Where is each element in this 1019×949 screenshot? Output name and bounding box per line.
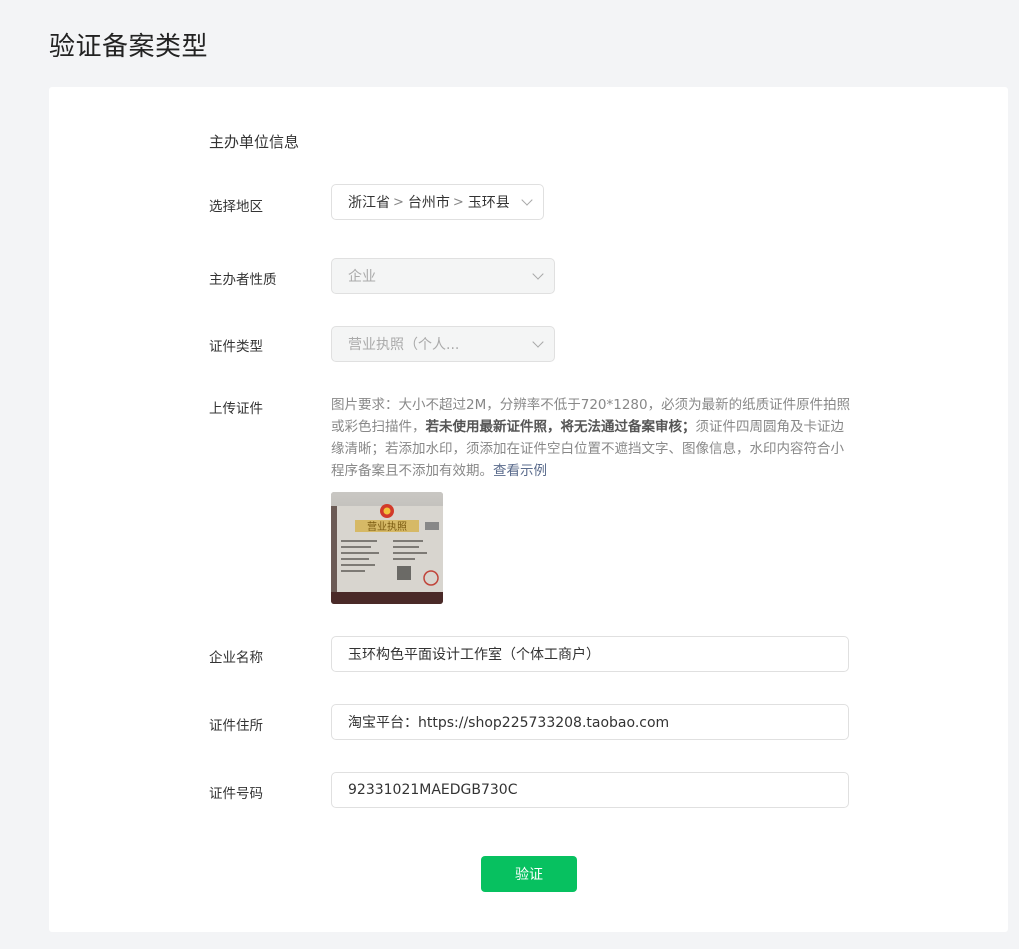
upload-requirements: 图片要求：大小不超过2M，分辨率不低于720*1280，必须为最新的纸质证件原件…	[331, 394, 851, 482]
cert-type-label: 证件类型	[209, 339, 263, 355]
cert-type-value: 营业执照（个人...	[348, 337, 460, 353]
view-example-link[interactable]: 查看示例	[493, 463, 547, 479]
chevron-right-icon: >	[452, 194, 464, 210]
chevron-right-icon: >	[393, 194, 404, 210]
uploaded-license-thumbnail[interactable]: 营业执照	[331, 492, 443, 604]
cert-type-select[interactable]: 营业执照（个人...	[331, 326, 555, 362]
license-image: 营业执照	[331, 492, 443, 604]
region-label: 选择地区	[209, 199, 263, 215]
city-value: 台州市	[407, 195, 450, 211]
section-title: 主办单位信息	[209, 133, 300, 151]
company-name-label: 企业名称	[209, 650, 263, 666]
verify-button[interactable]: 验证	[481, 856, 577, 892]
cert-address-input[interactable]: 淘宝平台：https://shop225733208.taobao.com	[331, 704, 849, 740]
county-value: 玉环县	[467, 195, 510, 211]
cert-number-input[interactable]: 92331021MAEDGB730C	[331, 772, 849, 808]
license-title-text: 营业执照	[367, 520, 407, 533]
region-select[interactable]: 浙江省 > 台州市 > 玉环县	[331, 184, 544, 220]
chevron-down-icon	[532, 336, 544, 348]
chevron-down-icon	[532, 268, 544, 280]
cert-number-label: 证件号码	[209, 786, 263, 802]
organizer-type-select[interactable]: 企业	[331, 258, 555, 294]
upload-label: 上传证件	[209, 401, 263, 417]
cert-address-value: 淘宝平台：https://shop225733208.taobao.com	[348, 715, 670, 731]
cert-address-label: 证件住所	[209, 718, 263, 734]
province-value: 浙江省	[348, 195, 390, 211]
organizer-type-value: 企业	[348, 269, 376, 285]
organizer-type-label: 主办者性质	[209, 272, 277, 288]
cert-number-value: 92331021MAEDGB730C	[348, 782, 518, 798]
company-name-input[interactable]: 玉环构色平面设计工作室（个体工商户）	[331, 636, 849, 672]
company-name-value: 玉环构色平面设计工作室（个体工商户）	[348, 647, 600, 663]
chevron-down-icon	[521, 194, 533, 206]
page-title: 验证备案类型	[49, 32, 209, 62]
form-card: 主办单位信息 选择地区 浙江省 > 台州市 > 玉环县 主办者性质 企业 证件类…	[49, 87, 1008, 932]
upload-desc-warning: 若未使用最新证件照，将无法通过备案审核；	[425, 419, 696, 435]
